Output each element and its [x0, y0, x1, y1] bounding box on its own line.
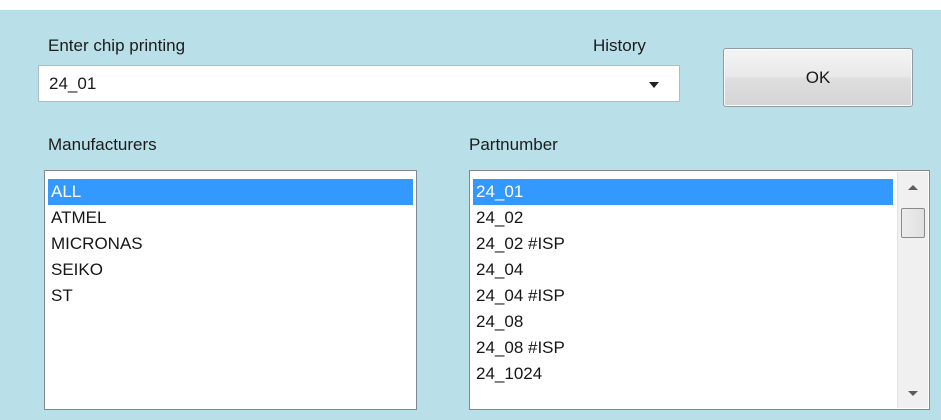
manufacturer-item[interactable]: ST: [48, 283, 413, 309]
partnumber-item[interactable]: 24_08: [473, 309, 893, 335]
manufacturer-item[interactable]: MICRONAS: [48, 231, 413, 257]
partnumber-item[interactable]: 24_1024: [473, 361, 893, 387]
manufacturers-label: Manufacturers: [48, 135, 157, 154]
chip-printing-label: Enter chip printing: [48, 36, 186, 55]
partnumber-label: Partnumber: [469, 135, 558, 154]
partnumber-item[interactable]: 24_02 #ISP: [473, 231, 893, 257]
chevron-down-icon[interactable]: [649, 82, 659, 88]
scroll-down-icon[interactable]: [908, 391, 918, 396]
manufacturer-item[interactable]: SEIKO: [48, 257, 413, 283]
chip-printing-combobox[interactable]: 24_01: [38, 65, 680, 102]
scroll-up-icon[interactable]: [908, 185, 918, 190]
manufacturer-item[interactable]: ATMEL: [48, 205, 413, 231]
manufacturer-item[interactable]: ALL: [48, 179, 413, 205]
partnumber-item[interactable]: 24_08 #ISP: [473, 335, 893, 361]
partnumber-item[interactable]: 24_04 #ISP: [473, 283, 893, 309]
chip-printing-input[interactable]: 24_01: [49, 74, 96, 94]
partnumber-listbox[interactable]: 24_01 24_02 24_02 #ISP 24_04 24_04 #ISP 24_08…: [469, 170, 930, 410]
manufacturers-listbox[interactable]: ALL ATMEL MICRONAS SEIKO ST: [44, 170, 417, 410]
history-label: History: [593, 36, 646, 55]
scrollbar-thumb[interactable]: [901, 208, 925, 238]
chip-selection-dialog: Enter chip printing History 24_01 OK Man…: [0, 10, 941, 420]
partnumber-scrollbar[interactable]: [897, 172, 928, 408]
partnumber-item[interactable]: 24_04: [473, 257, 893, 283]
ok-button[interactable]: OK: [723, 48, 913, 107]
partnumber-item[interactable]: 24_02: [473, 205, 893, 231]
partnumber-item[interactable]: 24_01: [473, 179, 893, 205]
